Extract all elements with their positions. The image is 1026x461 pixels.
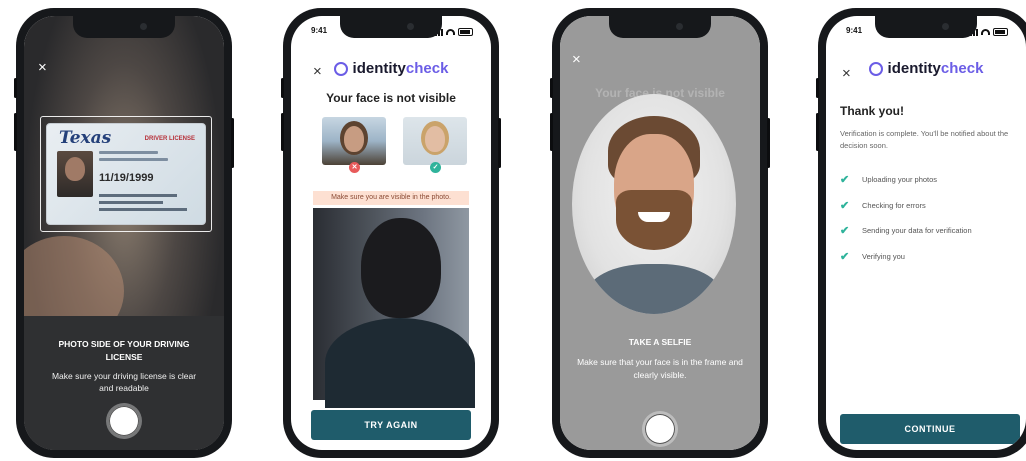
wifi-icon: [446, 29, 455, 35]
side-button: [767, 118, 770, 168]
phone-license-capture: × Texas DRIVER LICENSE 11/19/1999 PHOTO …: [14, 8, 234, 458]
logo-mark-icon: [333, 62, 348, 76]
notch: [340, 16, 442, 38]
wifi-icon: [981, 29, 990, 35]
shutter-button[interactable]: [109, 406, 139, 436]
phone1-screen: × Texas DRIVER LICENSE 11/19/1999 PHOTO …: [24, 16, 224, 450]
list-item: ✔ Sending your data for verification: [840, 225, 972, 238]
page-title: Thank you!: [840, 104, 905, 118]
phone3-screen: Your face is not visible × TAKE A SELFIE…: [560, 16, 760, 450]
status-time: 9:41: [846, 26, 863, 35]
error-icon: ✕: [349, 162, 360, 173]
side-button: [816, 78, 819, 98]
shutter-button[interactable]: [645, 414, 675, 444]
list-item: ✔ Uploading your photos: [840, 174, 938, 187]
check-icon: ✔: [840, 250, 850, 263]
face-frame: [572, 94, 736, 314]
close-icon[interactable]: ×: [572, 52, 581, 67]
battery-icon: [993, 28, 1008, 36]
capture-hint: Make sure your driving license is clear …: [51, 371, 197, 393]
side-button: [14, 113, 17, 151]
side-button: [231, 118, 234, 168]
captured-dark-selfie: [313, 208, 475, 408]
check-icon: ✔: [840, 199, 850, 212]
page-title: Your face is not visible: [326, 91, 456, 105]
side-button: [550, 78, 553, 98]
check-icon: ✓: [430, 162, 441, 173]
status-time: 9:41: [311, 26, 328, 35]
close-icon[interactable]: ×: [38, 60, 47, 75]
check-icon: ✔: [840, 174, 850, 187]
bad-example-photo: [322, 117, 386, 165]
identitycheck-logo: identitycheck: [291, 60, 491, 77]
notch: [73, 16, 175, 38]
side-button: [498, 118, 501, 168]
good-example-photo: [403, 117, 467, 165]
selfie-title: TAKE A SELFIE: [628, 337, 692, 347]
capture-title: PHOTO SIDE OF YOUR DRIVING LICENSE: [58, 339, 190, 362]
side-button: [281, 78, 284, 98]
phone-take-selfie: Your face is not visible × TAKE A SELFIE…: [550, 8, 770, 458]
side-button: [550, 113, 553, 151]
list-item: ✔ Verifying you: [840, 250, 905, 263]
side-button: [816, 113, 819, 151]
continue-button[interactable]: CONTINUE: [840, 414, 1020, 444]
try-again-button[interactable]: TRY AGAIN: [311, 410, 471, 440]
document-frame: [40, 116, 212, 232]
check-icon: ✔: [840, 225, 850, 238]
logo-mark-icon: [868, 62, 883, 76]
selfie-hint: Make sure that your face is in the frame…: [577, 357, 743, 380]
identitycheck-logo: identitycheck: [826, 60, 1026, 77]
side-button: [281, 113, 284, 151]
progress-steps: ✔ Uploading your photos ✔ Checking for err…: [840, 167, 1018, 269]
phone-thank-you: 9:41 × identitycheck Thank you! Verifica…: [816, 8, 1026, 458]
completion-message: Verification is complete. You'll be noti…: [840, 129, 1009, 150]
notch: [609, 16, 711, 38]
notch: [875, 16, 977, 38]
list-item: ✔ Checking for errors: [840, 199, 926, 212]
phone4-screen: 9:41 × identitycheck Thank you! Verifica…: [826, 16, 1026, 450]
phone2-screen: 9:41 × identitycheck Your face is not vi…: [291, 16, 491, 450]
phone-face-not-visible: 9:41 × identitycheck Your face is not vi…: [281, 8, 501, 458]
side-button: [14, 78, 17, 98]
battery-icon: [458, 28, 473, 36]
warning-banner: Make sure you are visible in the photo.: [313, 191, 469, 205]
